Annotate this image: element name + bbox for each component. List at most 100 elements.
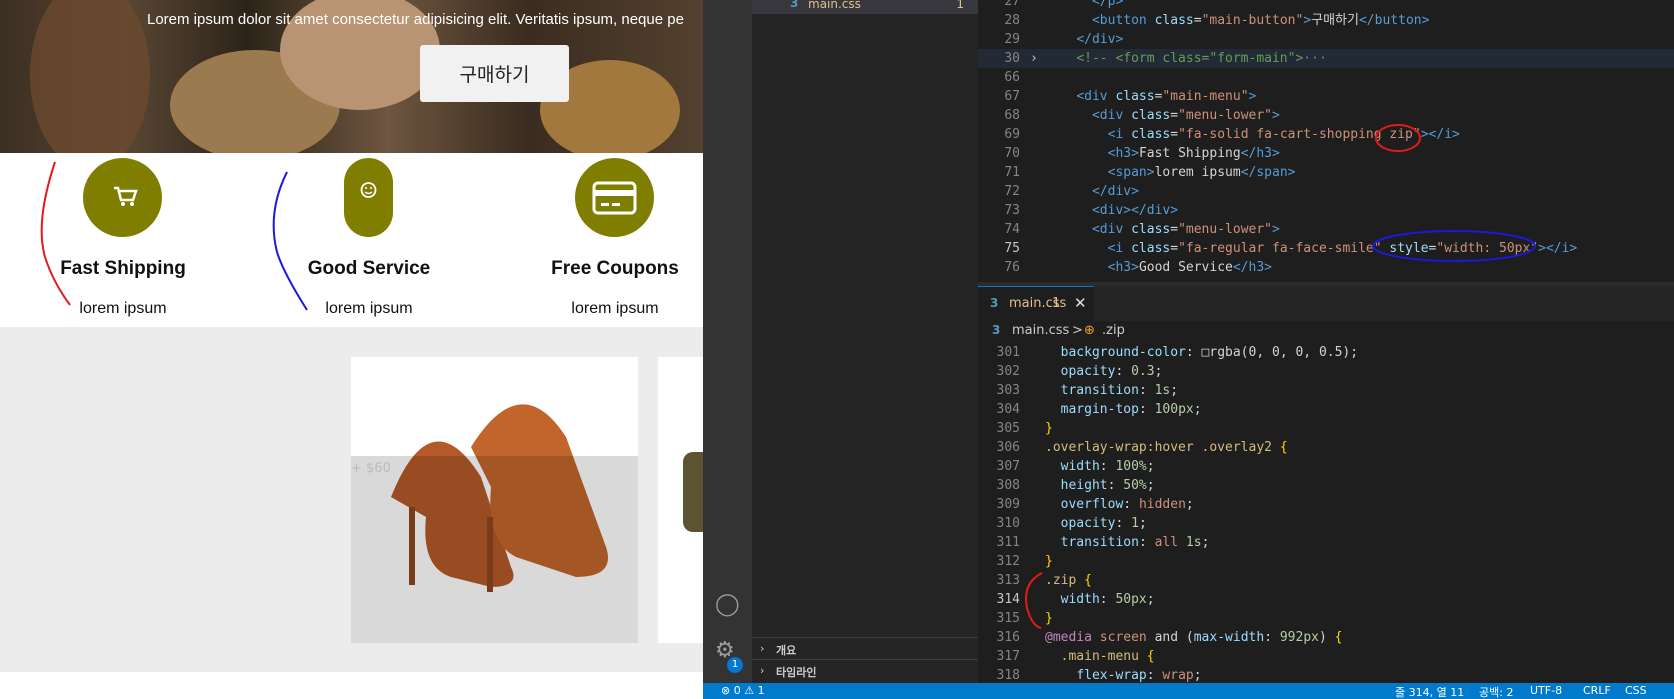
language-mode[interactable]: CSS (1625, 684, 1647, 697)
code-line[interactable]: 303 transition: 1s; (978, 381, 1674, 400)
breadcrumb-file[interactable]: main.css (1012, 323, 1069, 338)
code-line[interactable]: 306 .overlay-wrap:hover .overlay2 { (978, 438, 1674, 457)
breadcrumb-separator: > (1072, 323, 1083, 338)
line-number: 306 (996, 440, 1020, 455)
line-number: 316 (996, 630, 1020, 645)
code-line[interactable]: 305} (978, 419, 1674, 438)
indentation[interactable]: 공백: 2 (1479, 684, 1513, 699)
code-line[interactable]: 311 transition: all 1s; (978, 533, 1674, 552)
website-preview: Lorem ipsum dolor sit amet consectetur a… (0, 0, 703, 699)
code-text: .overlay-wrap:hover .overlay2 { (1045, 440, 1288, 455)
code-line[interactable]: 318 flex-wrap: wrap; (978, 666, 1674, 683)
problems-indicator[interactable]: ⊗ 0 ⚠ 1 (721, 684, 765, 697)
code-text: } (1045, 611, 1053, 626)
code-line[interactable]: 75 <i class="fa-regular fa-face-smile" s… (978, 239, 1674, 258)
editor-css[interactable]: 3 main.css 1 ✕ 3 main.css > ⊕ .zip 301 b… (978, 286, 1674, 683)
code-line[interactable]: 317 .main-menu { (978, 647, 1674, 666)
code-line[interactable]: 30 › <!-- <form class="form-main">··· (978, 49, 1674, 68)
menu-title: Good Service (307, 258, 431, 279)
menu-item-good-service: Good Service lorem ipsum (246, 153, 492, 327)
code-text: } (1045, 554, 1053, 569)
line-number: 304 (996, 402, 1020, 417)
panel-timeline[interactable]: › 타임라인 (752, 659, 978, 681)
code-line[interactable]: 316 @media screen and (max-width: 992px) … (978, 628, 1674, 647)
buy-button[interactable]: 구매하기 (420, 45, 569, 102)
code-line[interactable]: 73 <div></div> (978, 201, 1674, 220)
menu-title: Free Coupons (551, 258, 679, 279)
main-menu: Fast Shipping lorem ipsum Good Service l… (0, 153, 703, 327)
line-number: 311 (996, 535, 1020, 550)
code-line[interactable]: 302 opacity: 0.3; (978, 362, 1674, 381)
code-text: </div> (1076, 32, 1124, 47)
code-text: overflow: hidden; (1060, 497, 1194, 512)
activity-bar: ◯ ⚙ (703, 0, 752, 683)
code-line[interactable]: 310 opacity: 1; (978, 514, 1674, 533)
encoding[interactable]: UTF-8 (1530, 684, 1562, 697)
code-line[interactable]: 69 <i class="fa-solid fa-cart-shopping z… (978, 125, 1674, 144)
code-line[interactable]: 315} (978, 609, 1674, 628)
line-number: 317 (996, 649, 1020, 664)
price-overlay: + $60 (351, 461, 391, 476)
open-file-name: main.css (808, 0, 861, 11)
tab-problem-count: 1 (1052, 296, 1061, 311)
symbol-icon: ⊕ (1084, 323, 1095, 338)
code-line[interactable]: 74 <div class="menu-lower"> (978, 220, 1674, 239)
line-number: 30 (1004, 51, 1020, 66)
smile-icon (344, 158, 393, 237)
line-number: 66 (1004, 70, 1020, 85)
code-text: opacity: 1; (1060, 516, 1147, 531)
settings-badge: 1 (727, 657, 743, 673)
code-text: background-color: □rgba(0, 0, 0, 0.5); (1060, 345, 1359, 360)
code-line[interactable]: 70 <h3>Fast Shipping</h3> (978, 144, 1674, 163)
line-number: 74 (1004, 222, 1020, 237)
status-bar: ⊗ 0 ⚠ 1 줄 314, 열 11 공백: 2 UTF-8 CRLF CSS (703, 683, 1674, 699)
code-line[interactable]: 29 </div> (978, 30, 1674, 49)
code-line[interactable]: 313 .zip { (978, 571, 1674, 590)
problem-count: 1 (956, 0, 964, 11)
code-line[interactable]: 309 overflow: hidden; (978, 495, 1674, 514)
code-line[interactable]: 27 </p> (978, 0, 1674, 11)
code-line[interactable]: 28 <button class="main-button">구매하기</but… (978, 11, 1674, 30)
code-line[interactable]: 67 <div class="main-menu"> (978, 87, 1674, 106)
cursor-position[interactable]: 줄 314, 열 11 (1395, 684, 1464, 699)
code-line[interactable]: 308 height: 50%; (978, 476, 1674, 495)
code-text: opacity: 0.3; (1060, 364, 1163, 379)
breadcrumb: 3 main.css > ⊕ .zip (978, 321, 1674, 343)
code-text: <button class="main-button">구매하기</button… (1091, 13, 1430, 28)
breadcrumb-symbol[interactable]: .zip (1102, 323, 1125, 338)
code-line[interactable]: 312} (978, 552, 1674, 571)
open-file-item[interactable]: 3 main.css 1 (752, 0, 978, 14)
line-number: 68 (1004, 108, 1020, 123)
fold-chevron-icon[interactable]: › (1030, 49, 1038, 68)
tab-main-css[interactable]: 3 main.css 1 ✕ (978, 286, 1094, 321)
line-number: 27 (1004, 0, 1020, 9)
code-text: <div class="menu-lower"> (1091, 108, 1280, 123)
line-number: 28 (1004, 13, 1020, 28)
line-number: 69 (1004, 127, 1020, 142)
code-line[interactable]: 66 (978, 68, 1674, 87)
close-icon[interactable]: ✕ (1074, 294, 1087, 312)
code-line[interactable]: 71 <span>lorem ipsum</span> (978, 163, 1674, 182)
menu-title: Fast Shipping (60, 258, 186, 279)
account-icon[interactable]: ◯ (715, 592, 740, 617)
product-card[interactable] (658, 357, 703, 643)
panel-outline[interactable]: › 개요 (752, 637, 978, 659)
menu-subtitle: lorem ipsum (571, 300, 659, 317)
code-line[interactable]: 314 width: 50px; (978, 590, 1674, 609)
code-line[interactable]: 76 <h3>Good Service</h3> (978, 258, 1674, 277)
line-number: 71 (1004, 165, 1020, 180)
code-line[interactable]: 68 <div class="menu-lower"> (978, 106, 1674, 125)
code-line[interactable]: 72 </div> (978, 182, 1674, 201)
code-text: flex-wrap: wrap; (1076, 668, 1202, 683)
code-line[interactable]: 307 width: 100%; (978, 457, 1674, 476)
code-area[interactable]: 301 background-color: □rgba(0, 0, 0, 0.5… (978, 343, 1674, 683)
line-number: 308 (996, 478, 1020, 493)
code-line[interactable]: 304 margin-top: 100px; (978, 400, 1674, 419)
product-card[interactable]: + $60 (351, 357, 638, 643)
line-number: 314 (996, 592, 1020, 607)
line-ending[interactable]: CRLF (1583, 684, 1611, 697)
editor-html[interactable]: 27 </p> 28 <button class="main-button">구매… (978, 0, 1674, 282)
css-file-icon: 3 (790, 0, 799, 10)
code-text: <div class="menu-lower"> (1091, 222, 1280, 237)
code-line[interactable]: 301 background-color: □rgba(0, 0, 0, 0.5… (978, 343, 1674, 362)
